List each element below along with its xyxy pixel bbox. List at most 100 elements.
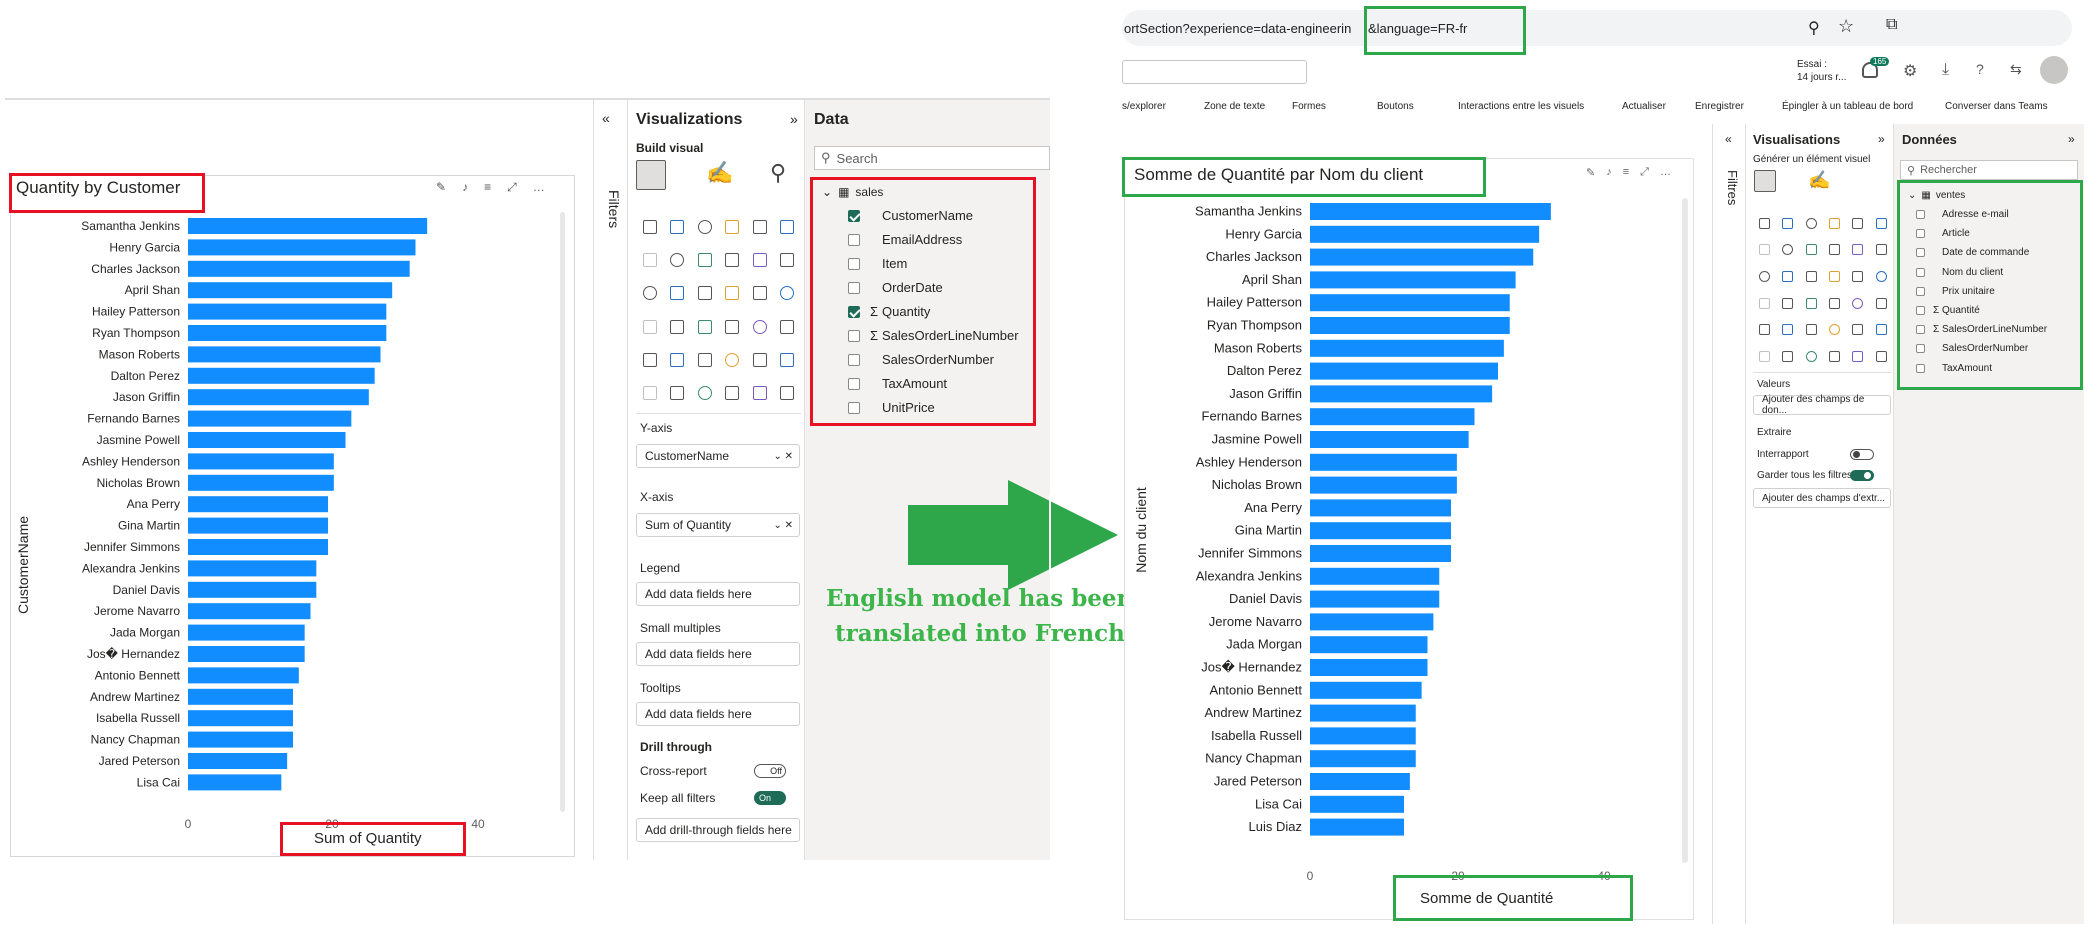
right-bar[interactable] xyxy=(1310,385,1493,403)
right-visual-type-icon[interactable] xyxy=(1875,244,1887,256)
more-options-icon[interactable]: … xyxy=(1660,166,1671,179)
left-visual-type-icon[interactable] xyxy=(780,352,795,367)
right-bar[interactable] xyxy=(1310,727,1416,745)
right-bar[interactable] xyxy=(1310,818,1404,836)
left-bar[interactable] xyxy=(188,346,381,363)
ribbon-item[interactable]: Boutons xyxy=(1377,101,1414,112)
left-visual-type-icon[interactable] xyxy=(752,319,767,334)
right-bar[interactable] xyxy=(1310,636,1428,654)
right-format-visual-tab-icon[interactable]: ✍ xyxy=(1808,170,1830,191)
right-values-well[interactable]: Ajouter des champs de don... xyxy=(1753,394,1891,416)
right-data-expand-icon[interactable]: » xyxy=(2068,132,2075,146)
right-bar[interactable] xyxy=(1310,567,1440,585)
right-visual-type-icon[interactable] xyxy=(1805,297,1817,309)
right-bar[interactable] xyxy=(1310,317,1510,334)
left-filters-label[interactable]: Filters xyxy=(606,190,622,228)
left-visual-type-icon[interactable] xyxy=(697,386,712,401)
right-bar[interactable] xyxy=(1310,453,1457,471)
right-visual-type-icon[interactable] xyxy=(1829,271,1841,283)
right-build-visual-tab-icon[interactable] xyxy=(1754,170,1776,192)
bookmark-star-icon[interactable]: ☆ xyxy=(1838,16,1854,37)
left-bar[interactable] xyxy=(188,474,334,491)
chevron-down-icon[interactable]: ⌄ ✕ xyxy=(773,520,793,531)
right-bar[interactable] xyxy=(1310,499,1451,517)
right-filters-strip[interactable] xyxy=(1712,124,1746,924)
right-visual-type-icon[interactable] xyxy=(1759,217,1771,229)
right-visual-type-icon[interactable] xyxy=(1829,351,1841,363)
left-visual-type-icon[interactable] xyxy=(752,286,767,301)
left-visual-type-icon[interactable] xyxy=(642,219,657,234)
right-visual-type-icon[interactable] xyxy=(1805,217,1817,229)
left-visual-type-icon[interactable] xyxy=(642,252,657,267)
left-visual-type-icon[interactable] xyxy=(642,319,657,334)
workspace-input[interactable] xyxy=(1122,60,1307,84)
left-bar[interactable] xyxy=(188,731,293,748)
right-bar[interactable] xyxy=(1310,203,1551,220)
left-visual-type-icon[interactable] xyxy=(725,319,740,334)
left-bar[interactable] xyxy=(188,753,288,769)
download-icon[interactable]: ⤓ xyxy=(1942,61,1949,79)
right-filters-label[interactable]: Filtres xyxy=(1725,170,1740,205)
right-interreport-toggle[interactable] xyxy=(1850,449,1874,460)
right-visual-type-icon[interactable] xyxy=(1805,351,1817,363)
left-visual-type-icon[interactable] xyxy=(725,286,740,301)
right-visual-type-icon[interactable] xyxy=(1782,217,1794,229)
url-text-1[interactable]: ortSection?experience=data-engineerin xyxy=(1124,21,1351,36)
right-visual-type-icon[interactable] xyxy=(1852,351,1864,363)
left-bar[interactable] xyxy=(188,239,416,256)
right-bar[interactable] xyxy=(1310,362,1498,380)
share-icon[interactable]: ⇆ xyxy=(2010,61,2022,78)
right-visual-type-icon[interactable] xyxy=(1852,271,1864,283)
right-bar[interactable] xyxy=(1310,795,1404,813)
avatar[interactable] xyxy=(2040,56,2068,84)
left-visual-type-icon[interactable] xyxy=(697,286,712,301)
left-bar[interactable] xyxy=(188,303,387,320)
left-bar[interactable] xyxy=(188,667,299,684)
right-keep-filters-toggle[interactable] xyxy=(1850,470,1874,481)
left-visual-type-icon[interactable] xyxy=(670,286,685,301)
help-icon[interactable]: ? xyxy=(1976,61,1984,77)
focus-mode-icon[interactable]: ⤢ xyxy=(1640,166,1649,179)
right-visual-type-icon[interactable] xyxy=(1759,351,1771,363)
left-visual-type-icon[interactable] xyxy=(780,319,795,334)
right-visual-type-icon[interactable] xyxy=(1782,271,1794,283)
left-legend-well[interactable]: Add data fields here xyxy=(636,582,800,606)
left-visual-type-icon[interactable] xyxy=(725,386,740,401)
right-bar[interactable] xyxy=(1310,659,1428,676)
pin-icon[interactable]: ✎ xyxy=(1586,166,1595,179)
left-visual-type-icon[interactable] xyxy=(780,386,795,401)
right-visual-type-icon[interactable] xyxy=(1782,297,1794,309)
left-tooltips-well[interactable]: Add data fields here xyxy=(636,702,800,726)
ribbon-item[interactable]: Zone de texte xyxy=(1204,101,1265,112)
left-bar[interactable] xyxy=(188,646,305,662)
right-bar[interactable] xyxy=(1310,294,1510,312)
left-visual-type-icon[interactable] xyxy=(752,252,767,267)
left-visual-type-icon[interactable] xyxy=(752,386,767,401)
left-y-axis-field[interactable]: CustomerName ⌄ ✕ xyxy=(636,444,800,468)
left-visual-type-icon[interactable] xyxy=(780,219,795,234)
right-bar[interactable] xyxy=(1310,522,1451,540)
right-visual-type-icon[interactable] xyxy=(1759,271,1771,283)
left-bar[interactable] xyxy=(188,603,311,620)
left-visual-type-icon[interactable] xyxy=(725,252,740,267)
right-visual-type-icon[interactable] xyxy=(1852,297,1864,309)
ribbon-item[interactable]: Épingler à un tableau de bord xyxy=(1782,101,1913,112)
right-extract-well[interactable]: Ajouter des champs d'extr... xyxy=(1753,488,1891,508)
left-visual-type-icon[interactable] xyxy=(642,286,657,301)
settings-gear-icon[interactable]: ⚙ xyxy=(1903,61,1917,81)
left-visual-type-icon[interactable] xyxy=(670,219,685,234)
left-bar[interactable] xyxy=(188,496,328,513)
left-bar[interactable] xyxy=(188,389,369,406)
bell-icon[interactable]: ♪ xyxy=(462,180,468,198)
right-data-search[interactable]: ⚲ Rechercher xyxy=(1900,160,2078,180)
left-bar[interactable] xyxy=(188,560,317,577)
right-bar[interactable] xyxy=(1310,613,1434,631)
chevron-down-icon[interactable]: ⌄ ✕ xyxy=(773,451,793,462)
left-visual-type-icon[interactable] xyxy=(780,252,795,267)
left-cross-report-toggle[interactable]: Off xyxy=(754,764,786,778)
left-visual-type-icon[interactable] xyxy=(697,219,712,234)
right-visual-type-icon[interactable] xyxy=(1829,244,1841,256)
left-x-axis-field[interactable]: Sum of Quantity ⌄ ✕ xyxy=(636,513,800,537)
left-bar[interactable] xyxy=(188,774,282,791)
right-visual-type-icon[interactable] xyxy=(1852,324,1864,336)
